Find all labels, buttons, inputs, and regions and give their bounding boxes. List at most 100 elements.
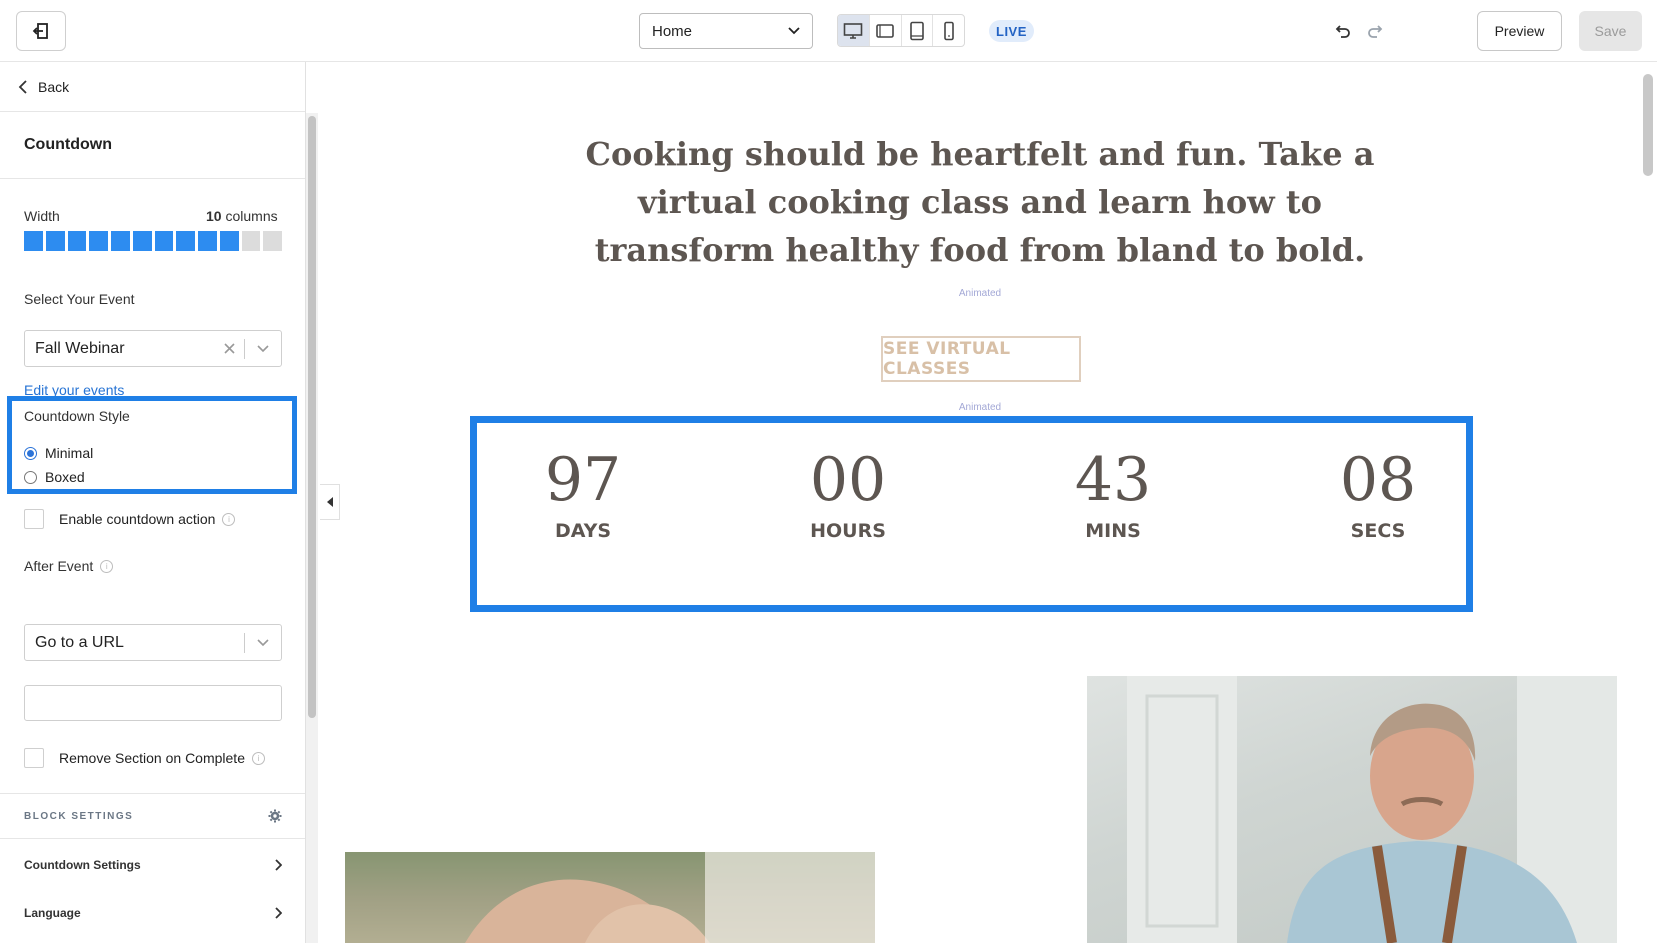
- countdown-hours: 00 HOURS: [768, 442, 928, 542]
- clear-icon[interactable]: [214, 343, 244, 354]
- exit-icon: [32, 23, 48, 39]
- style-option-label: Boxed: [45, 469, 85, 485]
- save-button[interactable]: Save: [1579, 11, 1642, 51]
- remove-section-checkbox[interactable]: [24, 748, 44, 768]
- panel-title: Countdown: [0, 112, 305, 179]
- width-column-segment[interactable]: [89, 231, 108, 251]
- exit-editor-button[interactable]: [16, 11, 66, 51]
- collapse-panel-button[interactable]: [320, 484, 340, 520]
- live-status-badge: LIVE: [989, 20, 1034, 42]
- preview-button[interactable]: Preview: [1477, 11, 1562, 51]
- redo-button[interactable]: [1367, 22, 1385, 45]
- tablet-landscape-icon: [876, 23, 894, 38]
- enable-action-label: Enable countdown action: [59, 511, 216, 527]
- caret-left-icon: [326, 497, 333, 507]
- hero-headline[interactable]: Cooking should be heartfelt and fun. Tak…: [560, 130, 1400, 274]
- mobile-view-button[interactable]: [933, 15, 964, 46]
- width-column-segment[interactable]: [219, 231, 239, 251]
- device-toggle-group: [837, 14, 965, 47]
- width-column-segment[interactable]: [45, 231, 65, 251]
- url-input[interactable]: [24, 685, 282, 721]
- style-option-minimal[interactable]: Minimal: [24, 445, 93, 461]
- undo-button[interactable]: [1333, 22, 1351, 45]
- countdown-settings-row[interactable]: Countdown Settings: [0, 842, 305, 888]
- desktop-view-button[interactable]: [838, 15, 870, 46]
- animated-indicator: Animated: [958, 402, 1002, 413]
- after-event-label: After Event: [24, 558, 94, 574]
- cooking-hands-photo[interactable]: [345, 852, 875, 943]
- style-option-boxed[interactable]: Boxed: [24, 469, 85, 485]
- redo-icon: [1368, 25, 1383, 38]
- width-column-segment[interactable]: [198, 231, 217, 251]
- mobile-icon: [943, 21, 954, 40]
- width-column-selector[interactable]: [24, 231, 282, 251]
- after-event-label-row: After Event i: [24, 558, 114, 574]
- chef-illustration: [1127, 676, 1617, 943]
- width-number: 10: [206, 208, 222, 224]
- style-option-label: Minimal: [45, 445, 94, 461]
- remove-section-label: Remove Section on Complete: [59, 750, 245, 766]
- accordion-label: Countdown Settings: [24, 858, 141, 872]
- chevron-right-icon: [275, 907, 282, 919]
- enable-countdown-action[interactable]: Enable countdown action i: [24, 509, 236, 529]
- back-button[interactable]: Back: [0, 62, 305, 112]
- after-event-select[interactable]: Go to a URL: [24, 624, 282, 661]
- desktop-icon: [844, 22, 863, 39]
- undo-icon: [1335, 25, 1350, 38]
- block-settings-label: BLOCK SETTINGS: [24, 810, 134, 822]
- top-toolbar: Home LIVE Preview Save: [0, 0, 1657, 62]
- chef-photo[interactable]: [1087, 676, 1617, 943]
- countdown-seconds: 08 SECS: [1298, 442, 1458, 542]
- info-icon[interactable]: i: [252, 751, 265, 765]
- width-column-segment[interactable]: [132, 231, 152, 251]
- width-column-segment[interactable]: [24, 231, 43, 251]
- countdown-value: 97: [544, 445, 622, 515]
- countdown-label: MINS: [1085, 520, 1141, 542]
- width-label: Width: [24, 208, 60, 224]
- panel-scrollbar-thumb[interactable]: [308, 116, 316, 718]
- select-event-label: Select Your Event: [24, 291, 135, 307]
- width-value: 10 columns: [206, 208, 278, 224]
- tablet-portrait-icon: [910, 21, 924, 40]
- page-select-value: Home: [652, 22, 693, 40]
- info-icon[interactable]: i: [100, 559, 114, 573]
- chevron-down-icon[interactable]: [245, 638, 281, 647]
- block-settings-header[interactable]: BLOCK SETTINGS: [0, 793, 305, 839]
- chevron-left-icon: [18, 79, 27, 94]
- width-column-segment[interactable]: [241, 231, 261, 251]
- countdown-label: DAYS: [554, 520, 612, 542]
- see-virtual-classes-button[interactable]: SEE VIRTUAL CLASSES: [881, 336, 1081, 382]
- remove-section-on-complete[interactable]: Remove Section on Complete i: [24, 748, 265, 768]
- animated-indicator: Animated: [958, 288, 1002, 299]
- countdown-minutes: 43 MINS: [1033, 442, 1193, 542]
- width-unit: columns: [225, 208, 278, 224]
- width-column-segment[interactable]: [111, 231, 130, 251]
- width-column-segment[interactable]: [67, 231, 87, 251]
- radio-minimal[interactable]: [24, 446, 37, 460]
- language-row[interactable]: Language: [0, 890, 305, 936]
- countdown-value: 00: [809, 445, 887, 515]
- event-select[interactable]: Fall Webinar: [24, 330, 282, 367]
- width-column-segment[interactable]: [263, 231, 282, 251]
- countdown-value: 43: [1074, 445, 1152, 515]
- countdown-style-label: Countdown Style: [24, 408, 130, 424]
- tablet-landscape-view-button[interactable]: [870, 15, 902, 46]
- chevron-down-icon: [788, 27, 800, 35]
- tablet-portrait-view-button[interactable]: [902, 15, 934, 46]
- countdown-label: SECS: [1350, 520, 1406, 542]
- page-select[interactable]: Home: [639, 13, 813, 49]
- countdown-value: 08: [1339, 445, 1417, 515]
- chevron-right-icon: [275, 859, 282, 871]
- accordion-label: Language: [24, 906, 81, 920]
- width-column-segment[interactable]: [154, 231, 174, 251]
- canvas-scrollbar-thumb[interactable]: [1643, 74, 1653, 176]
- radio-boxed[interactable]: [24, 470, 37, 484]
- enable-action-checkbox[interactable]: [24, 509, 44, 529]
- after-event-value: Go to a URL: [35, 633, 124, 651]
- info-icon[interactable]: i: [222, 512, 236, 526]
- hands-illustration: [345, 852, 875, 943]
- width-column-segment[interactable]: [176, 231, 195, 251]
- gear-icon[interactable]: [268, 809, 282, 823]
- countdown-label: HOURS: [810, 520, 886, 542]
- chevron-down-icon[interactable]: [245, 344, 281, 353]
